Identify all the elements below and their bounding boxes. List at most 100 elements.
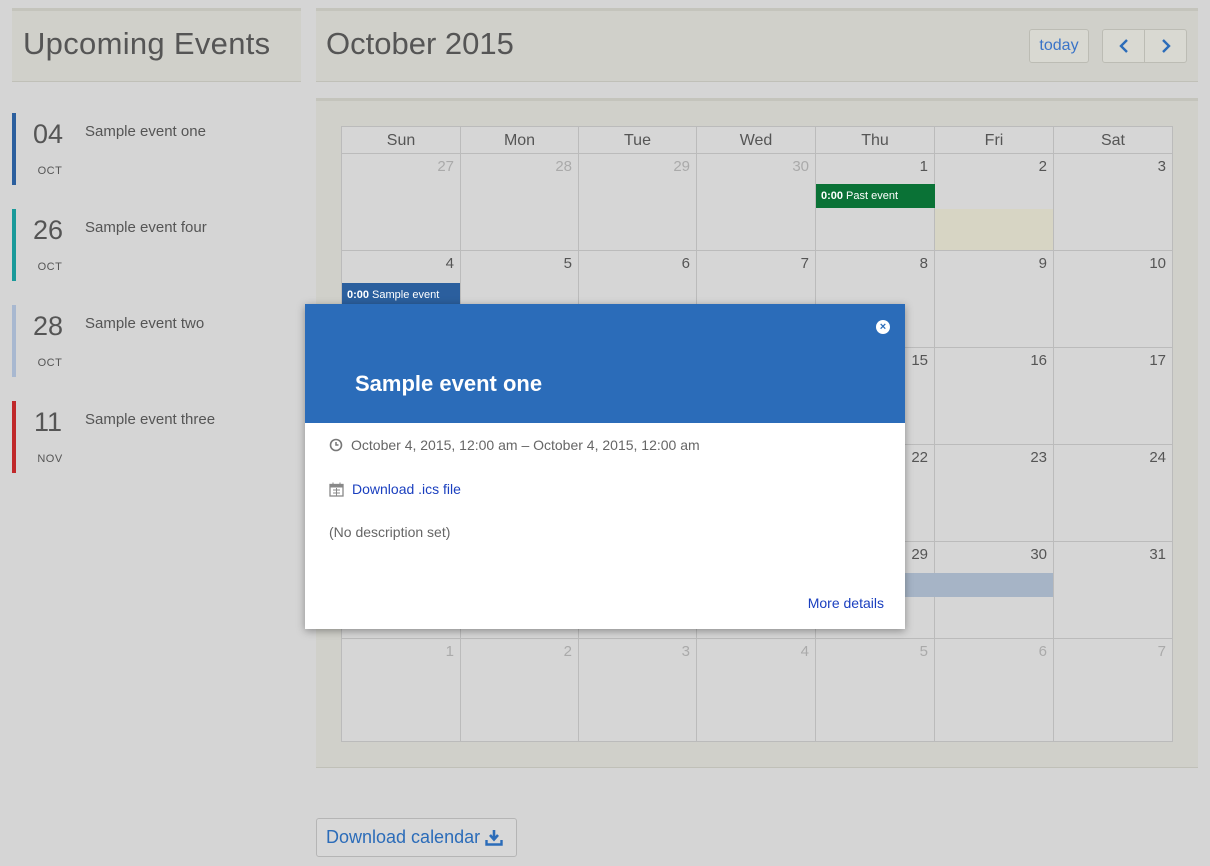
event-label: Past event: [846, 190, 899, 202]
download-ics-link[interactable]: Download .ics file: [352, 481, 461, 497]
day-cell[interactable]: 6: [935, 639, 1054, 741]
day-number: 22: [911, 449, 928, 466]
popup-description: (No description set): [329, 524, 451, 540]
upcoming-event-item[interactable]: 11 NOV Sample event three: [12, 401, 301, 473]
day-number: 3: [1157, 158, 1166, 175]
weekday-header: Wed: [697, 127, 816, 154]
day-number: 27: [437, 158, 454, 175]
day-number: 1: [919, 158, 928, 175]
upcoming-events-title: Upcoming Events: [23, 26, 271, 61]
event-label: Sample event: [372, 289, 440, 301]
event-day: 28: [32, 311, 64, 341]
download-calendar-button[interactable]: Download calendar: [316, 818, 517, 857]
popup-download-row[interactable]: Download .ics file: [329, 481, 461, 497]
day-number: 6: [681, 255, 690, 272]
upcoming-event-item[interactable]: 26 OCT Sample event four: [12, 209, 301, 281]
day-cell[interactable]: 10: [1054, 251, 1172, 348]
day-number: 5: [563, 255, 572, 272]
event-time: 0:00: [347, 289, 370, 301]
day-number: 9: [1038, 255, 1047, 272]
event-title[interactable]: Sample event two: [85, 315, 204, 332]
day-cell[interactable]: 28: [461, 154, 579, 251]
weekday-header: Tue: [579, 127, 697, 154]
next-month-button[interactable]: [1144, 29, 1187, 63]
day-number: 5: [919, 643, 928, 660]
day-number: 4: [800, 643, 809, 660]
event-month: OCT: [37, 165, 63, 177]
day-cell[interactable]: 2: [935, 154, 1054, 251]
day-cell[interactable]: 2: [461, 639, 579, 741]
event-day: 11: [33, 407, 63, 437]
more-details-link[interactable]: More details: [808, 595, 884, 611]
day-number: 3: [681, 643, 690, 660]
today-highlight: [935, 209, 1053, 250]
day-cell[interactable]: 1: [342, 639, 461, 741]
day-number: 29: [673, 158, 690, 175]
day-cell[interactable]: 7: [1054, 639, 1172, 741]
popup-header: × Sample event one: [305, 304, 905, 423]
today-button[interactable]: today: [1029, 29, 1089, 63]
day-cell[interactable]: 16: [935, 348, 1054, 445]
event-month: NOV: [37, 453, 63, 465]
download-icon: [485, 830, 503, 846]
download-calendar-label: Download calendar: [326, 827, 481, 847]
day-number: 7: [800, 255, 809, 272]
day-number: 8: [919, 255, 928, 272]
calendar-event-past[interactable]: 0:00 Past event: [816, 184, 935, 208]
chevron-left-icon: [1118, 39, 1128, 53]
event-day: 26: [32, 215, 64, 245]
event-title[interactable]: Sample event four: [85, 219, 207, 236]
event-title[interactable]: Sample event three: [85, 411, 215, 428]
upcoming-event-item[interactable]: 04 OCT Sample event one: [12, 113, 301, 185]
day-cell[interactable]: 30: [697, 154, 816, 251]
day-number: 30: [792, 158, 809, 175]
event-time: 0:00: [821, 190, 844, 202]
day-cell[interactable]: 23: [935, 445, 1054, 542]
day-number: 23: [1030, 449, 1047, 466]
calendar-header: October 2015 today: [316, 8, 1198, 82]
upcoming-events-header: Upcoming Events: [12, 8, 301, 82]
day-cell[interactable]: 4: [697, 639, 816, 741]
event-title[interactable]: Sample event one: [85, 123, 206, 140]
day-number: 24: [1149, 449, 1166, 466]
calendar-month-title: October 2015: [326, 26, 514, 61]
weekday-header: Sat: [1054, 127, 1172, 154]
day-cell[interactable]: 9: [935, 251, 1054, 348]
weekday-header: Thu: [816, 127, 935, 154]
day-cell[interactable]: 3: [579, 639, 697, 741]
day-number: 16: [1030, 352, 1047, 369]
event-popup: × Sample event one October 4, 2015, 12:0…: [305, 304, 905, 629]
upcoming-event-item[interactable]: 28 OCT Sample event two: [12, 305, 301, 377]
weekday-header: Sun: [342, 127, 461, 154]
calendar-icon: [329, 482, 344, 497]
weekday-header: Fri: [935, 127, 1054, 154]
event-month: OCT: [37, 261, 63, 273]
popup-datetime: October 4, 2015, 12:00 am – October 4, 2…: [351, 437, 700, 453]
day-number: 1: [445, 643, 454, 660]
event-day: 04: [32, 119, 64, 149]
day-number: 4: [445, 255, 454, 272]
close-icon[interactable]: ×: [876, 320, 890, 334]
day-number: 2: [563, 643, 572, 660]
day-number: 17: [1149, 352, 1166, 369]
day-cell[interactable]: 27: [342, 154, 461, 251]
day-number: 31: [1149, 546, 1166, 563]
day-cell[interactable]: 31: [1054, 542, 1172, 639]
day-number: 6: [1038, 643, 1047, 660]
day-number: 10: [1149, 255, 1166, 272]
prev-month-button[interactable]: [1102, 29, 1145, 63]
day-number: 15: [911, 352, 928, 369]
chevron-right-icon: [1161, 39, 1171, 53]
popup-title: Sample event one: [355, 371, 543, 396]
day-cell[interactable]: 24: [1054, 445, 1172, 542]
day-number: 29: [911, 546, 928, 563]
popup-datetime-row: October 4, 2015, 12:00 am – October 4, 2…: [329, 437, 700, 453]
day-number: 28: [555, 158, 572, 175]
day-cell[interactable]: 3: [1054, 154, 1172, 251]
day-number: 30: [1030, 546, 1047, 563]
day-number: 2: [1038, 158, 1047, 175]
event-month: OCT: [37, 357, 63, 369]
day-cell[interactable]: 29: [579, 154, 697, 251]
day-cell[interactable]: 17: [1054, 348, 1172, 445]
day-cell[interactable]: 5: [816, 639, 935, 741]
